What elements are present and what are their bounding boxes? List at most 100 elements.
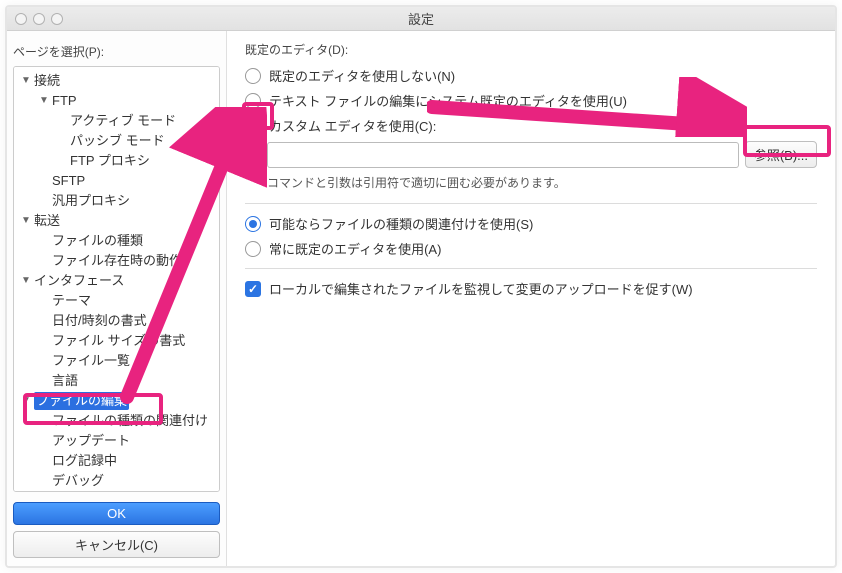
radio-no-default[interactable]: 既定のエディタを使用しない(N) <box>245 66 817 85</box>
content-panel: 既定のエディタ(D): 既定のエディタを使用しない(N) テキスト ファイルの編… <box>227 31 835 566</box>
radio-icon <box>245 241 261 257</box>
tree-item-label: 接続 <box>34 72 60 90</box>
checkbox-icon <box>245 281 261 297</box>
tree-item-label: ファイル一覧 <box>52 352 130 370</box>
chevron-down-icon <box>38 375 50 387</box>
tree-item-logging[interactable]: ログ記録中 <box>14 451 219 471</box>
cancel-button[interactable]: キャンセル(C) <box>13 531 220 558</box>
chevron-down-icon: ▼ <box>20 275 32 287</box>
sidebar-label: ページを選択(P): <box>13 43 220 60</box>
tree-item-conn[interactable]: ▼接続 <box>14 71 219 91</box>
tree-item-label: ファイルの種類 <box>52 232 143 250</box>
chevron-down-icon <box>56 135 68 147</box>
tree-item-passive[interactable]: パッシブ モード <box>14 131 219 151</box>
tree-item-filetypes[interactable]: ファイルの種類 <box>14 231 219 251</box>
tree-item-fileedit[interactable]: ▼ファイルの編集 <box>14 391 219 411</box>
tree-item-label: 転送 <box>34 212 60 230</box>
tree-item-label: パッシブ モード <box>70 132 165 150</box>
tree-item-lang[interactable]: 言語 <box>14 371 219 391</box>
main-area: ページを選択(P): ▼接続▼FTPアクティブ モードパッシブ モードFTP プ… <box>7 31 835 566</box>
tree-item-label: アクティブ モード <box>70 112 176 130</box>
tree-item-active[interactable]: アクティブ モード <box>14 111 219 131</box>
radio-icon <box>245 68 261 84</box>
tree-item-assoc[interactable]: ファイルの種類の関連付け <box>14 411 219 431</box>
tree-item-update[interactable]: アップデート <box>14 431 219 451</box>
checkbox-label: ローカルで編集されたファイルを監視して変更のアップロードを促す(W) <box>269 279 693 298</box>
sidebar-buttons: OK キャンセル(C) <box>13 502 220 558</box>
chevron-down-icon <box>38 175 50 187</box>
chevron-down-icon <box>38 355 50 367</box>
tree-item-debug[interactable]: デバッグ <box>14 471 219 491</box>
radio-icon <box>245 118 261 134</box>
radio-label: カスタム エディタを使用(C): <box>269 116 436 135</box>
traffic-lights <box>15 13 63 25</box>
radio-system-editor[interactable]: テキスト ファイルの編集にシステム既定のエディタを使用(U) <box>245 91 817 110</box>
tree-item-label: ログ記録中 <box>52 452 117 470</box>
ok-button[interactable]: OK <box>13 502 220 525</box>
page-tree[interactable]: ▼接続▼FTPアクティブ モードパッシブ モードFTP プロキシSFTP汎用プロ… <box>13 66 220 492</box>
chevron-down-icon <box>38 475 50 487</box>
tree-item-label: ファイル存在時の動作 <box>52 252 182 270</box>
browse-button[interactable]: 参照(B)... <box>745 141 817 168</box>
default-editor-label: 既定のエディタ(D): <box>245 41 817 58</box>
tree-item-sizeformat[interactable]: ファイル サイズの書式 <box>14 331 219 351</box>
close-icon[interactable] <box>15 13 27 25</box>
tree-item-dateformat[interactable]: 日付/時刻の書式 <box>14 311 219 331</box>
chevron-down-icon: ▼ <box>20 75 32 87</box>
separator <box>245 268 817 269</box>
chevron-down-icon <box>38 235 50 247</box>
tree-item-transfer[interactable]: ▼転送 <box>14 211 219 231</box>
chevron-down-icon <box>56 115 68 127</box>
titlebar: 設定 <box>7 7 835 31</box>
radio-use-assoc[interactable]: 可能ならファイルの種類の関連付けを使用(S) <box>245 214 817 233</box>
tree-item-label: SFTP <box>52 172 85 190</box>
chevron-down-icon <box>38 335 50 347</box>
chevron-down-icon <box>38 255 50 267</box>
tree-item-filelist[interactable]: ファイル一覧 <box>14 351 219 371</box>
tree-item-ftp[interactable]: ▼FTP <box>14 91 219 111</box>
tree-item-label: テーマ <box>52 292 91 310</box>
radio-icon <box>245 216 261 232</box>
tree-item-genproxy[interactable]: 汎用プロキシ <box>14 191 219 211</box>
radio-label: テキスト ファイルの編集にシステム既定のエディタを使用(U) <box>269 91 627 110</box>
radio-icon <box>245 93 261 109</box>
tree-item-ftpproxy[interactable]: FTP プロキシ <box>14 151 219 171</box>
chevron-down-icon <box>38 435 50 447</box>
sidebar: ページを選択(P): ▼接続▼FTPアクティブ モードパッシブ モードFTP プ… <box>7 31 227 566</box>
chevron-down-icon: ▼ <box>38 95 50 107</box>
radio-label: 常に既定のエディタを使用(A) <box>269 239 441 258</box>
radio-label: 可能ならファイルの種類の関連付けを使用(S) <box>269 214 533 233</box>
editor-path-input[interactable] <box>267 142 739 168</box>
chevron-down-icon <box>56 155 68 167</box>
tree-item-label: ファイルの種類の関連付け <box>52 412 208 430</box>
chevron-down-icon: ▼ <box>20 215 32 227</box>
tree-item-sftp[interactable]: SFTP <box>14 171 219 191</box>
tree-item-label: 日付/時刻の書式 <box>52 312 147 330</box>
chevron-down-icon <box>38 295 50 307</box>
separator <box>245 203 817 204</box>
tree-item-label: ファイル サイズの書式 <box>52 332 185 350</box>
zoom-icon[interactable] <box>51 13 63 25</box>
settings-window: 設定 ページを選択(P): ▼接続▼FTPアクティブ モードパッシブ モードFT… <box>5 5 837 568</box>
radio-always-default[interactable]: 常に既定のエディタを使用(A) <box>245 239 817 258</box>
tree-item-interface[interactable]: ▼インタフェース <box>14 271 219 291</box>
tree-item-label: ファイルの編集 <box>34 392 129 410</box>
radio-custom-editor[interactable]: カスタム エディタを使用(C): <box>245 116 817 135</box>
tree-item-label: インタフェース <box>34 272 124 290</box>
tree-item-label: FTP <box>52 92 77 110</box>
tree-item-label: アップデート <box>52 432 130 450</box>
check-watch-local[interactable]: ローカルで編集されたファイルを監視して変更のアップロードを促す(W) <box>245 279 817 298</box>
window-title: 設定 <box>15 9 827 28</box>
editor-path-row: 参照(B)... <box>267 141 817 168</box>
chevron-down-icon <box>38 455 50 467</box>
minimize-icon[interactable] <box>33 13 45 25</box>
chevron-down-icon <box>38 315 50 327</box>
chevron-down-icon: ▼ <box>20 395 32 407</box>
radio-label: 既定のエディタを使用しない(N) <box>269 66 455 85</box>
tree-item-theme[interactable]: テーマ <box>14 291 219 311</box>
chevron-down-icon <box>38 415 50 427</box>
tree-item-label: デバッグ <box>52 472 104 490</box>
tree-item-fileexist[interactable]: ファイル存在時の動作 <box>14 251 219 271</box>
tree-item-label: 言語 <box>52 372 78 390</box>
tree-item-label: 汎用プロキシ <box>52 192 130 210</box>
